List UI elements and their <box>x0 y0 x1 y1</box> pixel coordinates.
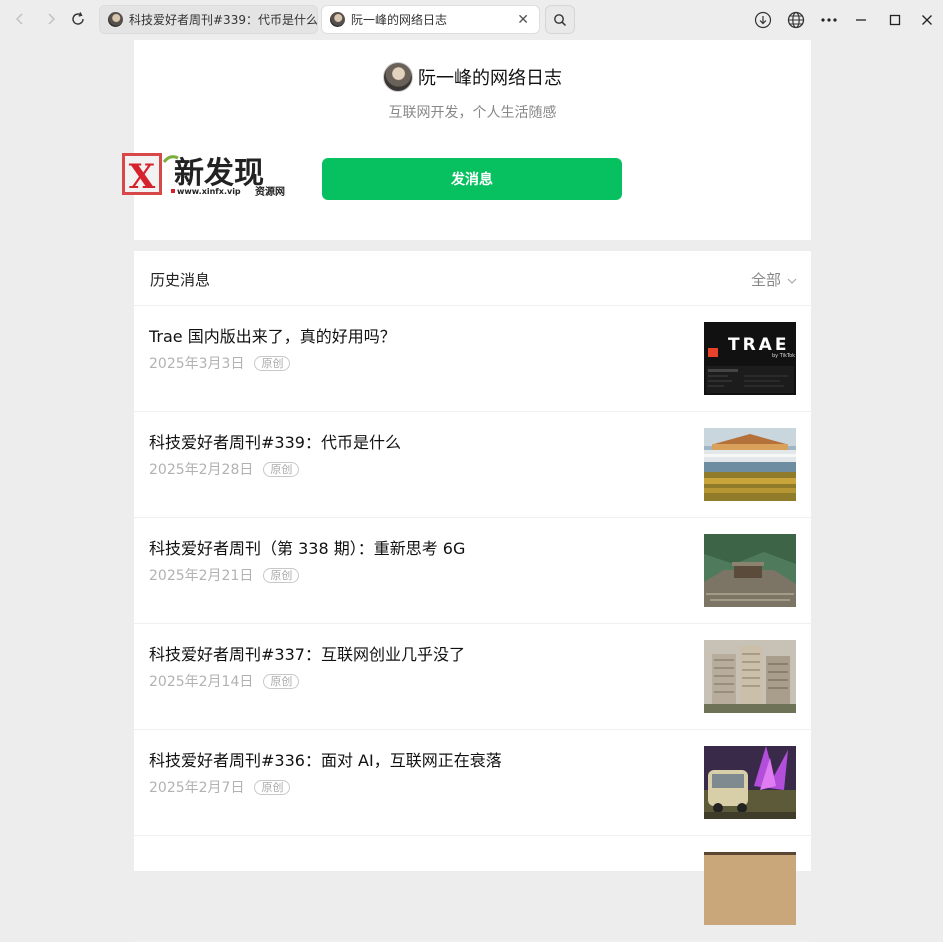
article-thumbnail[interactable] <box>704 640 796 713</box>
article-thumbnail[interactable] <box>704 852 796 925</box>
avatar[interactable] <box>383 62 413 92</box>
article-date: 2025年2月7日 <box>149 780 245 796</box>
svg-text:X: X <box>129 157 156 197</box>
globe-icon[interactable] <box>786 10 806 30</box>
article-title[interactable]: Trae 国内版出来了，真的好用吗？ <box>149 323 396 347</box>
minimize-icon[interactable] <box>851 10 871 30</box>
filter-dropdown[interactable]: 全部 <box>751 269 797 290</box>
profile-header: 阮一峰的网络日志 <box>134 62 811 92</box>
article-item[interactable]: 科技爱好者周刊#339：代币是什么 2025年2月28日 原创 <box>134 412 811 518</box>
original-badge: 原创 <box>263 461 300 477</box>
article-meta: 2025年2月28日 原创 <box>149 459 300 479</box>
original-badge: 原创 <box>263 673 300 689</box>
history-title: 历史消息 <box>150 271 211 289</box>
article-item[interactable] <box>134 836 811 942</box>
article-date: 2025年2月21日 <box>149 568 254 584</box>
article-meta: 2025年2月7日 原创 <box>149 777 291 797</box>
reload-icon[interactable] <box>67 8 89 30</box>
more-icon[interactable] <box>819 10 839 30</box>
article-title[interactable]: 科技爱好者周刊#337：互联网创业几乎没了 <box>149 641 465 665</box>
article-thumbnail[interactable]: TRAE by TikTok <box>704 322 796 395</box>
article-item[interactable]: 科技爱好者周刊#337：互联网创业几乎没了 2025年2月14日 原创 <box>134 624 811 730</box>
article-title[interactable]: 科技爱好者周刊#339：代币是什么 <box>149 429 401 453</box>
account-description: 互联网开发，个人生活随感 <box>388 105 557 121</box>
history-header: 历史消息 全部 <box>134 251 811 306</box>
svg-text:TRAE: TRAE <box>728 335 789 355</box>
filter-label: 全部 <box>750 271 781 289</box>
original-badge: 原创 <box>263 567 300 583</box>
article-title[interactable]: 科技爱好者周刊#336：面对 AI，互联网正在衰落 <box>149 747 502 771</box>
article-date: 2025年2月14日 <box>149 674 254 690</box>
close-icon[interactable] <box>917 10 937 30</box>
article-item[interactable]: Trae 国内版出来了，真的好用吗？ 2025年3月3日 原创 TRAE by … <box>134 306 811 412</box>
watermark-logo: X 新发现 www.xinfx.vip 资源网 <box>120 150 300 200</box>
article-date: 2025年3月3日 <box>149 356 245 372</box>
tab-title: 阮一峰的网络日志 <box>351 13 448 27</box>
history-card: 历史消息 全部 Trae 国内版出来了，真的好用吗？ 2025年3月3日 原创 … <box>134 251 811 942</box>
forward-icon[interactable] <box>40 8 62 30</box>
tab-close-icon[interactable]: ✕ <box>517 12 529 28</box>
article-title[interactable]: 科技爱好者周刊（第 338 期）：重新思考 6G <box>149 535 465 559</box>
article-item[interactable]: 科技爱好者周刊（第 338 期）：重新思考 6G 2025年2月21日 原创 <box>134 518 811 624</box>
tab-inactive[interactable]: 科技爱好者周刊#339：代币是什么 <box>99 5 318 34</box>
tab-favicon-icon <box>108 12 123 27</box>
article-thumbnail[interactable] <box>704 534 796 607</box>
original-badge: 原创 <box>254 355 291 371</box>
svg-text:资源网: 资源网 <box>255 185 285 198</box>
tab-favicon-icon <box>330 12 345 27</box>
article-item[interactable]: 科技爱好者周刊#336：面对 AI，互联网正在衰落 2025年2月7日 原创 <box>134 730 811 836</box>
article-date: 2025年2月28日 <box>149 462 254 478</box>
article-meta: 2025年2月14日 原创 <box>149 671 300 691</box>
svg-text:by TikTok: by TikTok <box>772 353 795 359</box>
article-meta: 2025年3月3日 原创 <box>149 353 291 373</box>
svg-text:新发现: 新发现 <box>174 156 264 191</box>
article-thumbnail[interactable] <box>704 746 796 819</box>
tab-active[interactable]: 阮一峰的网络日志 ✕ <box>321 5 540 34</box>
account-name: 阮一峰的网络日志 <box>418 68 562 89</box>
original-badge: 原创 <box>254 779 291 795</box>
article-thumbnail[interactable] <box>704 428 796 501</box>
tab-title: 科技爱好者周刊#339：代币是什么 <box>129 13 317 27</box>
maximize-icon[interactable] <box>885 10 905 30</box>
back-icon[interactable] <box>9 8 31 30</box>
svg-text:www.xinfx.vip: www.xinfx.vip <box>177 187 241 196</box>
profile-card: 阮一峰的网络日志 互联网开发，个人生活随感 发消息 <box>134 40 811 240</box>
download-icon[interactable] <box>753 10 773 30</box>
browser-toolbar: 科技爱好者周刊#339：代币是什么 阮一峰的网络日志 ✕ <box>0 0 943 40</box>
send-message-button[interactable]: 发消息 <box>322 158 622 200</box>
chevron-down-icon <box>787 271 797 289</box>
article-meta: 2025年2月21日 原创 <box>149 565 300 585</box>
search-icon[interactable] <box>545 5 575 34</box>
